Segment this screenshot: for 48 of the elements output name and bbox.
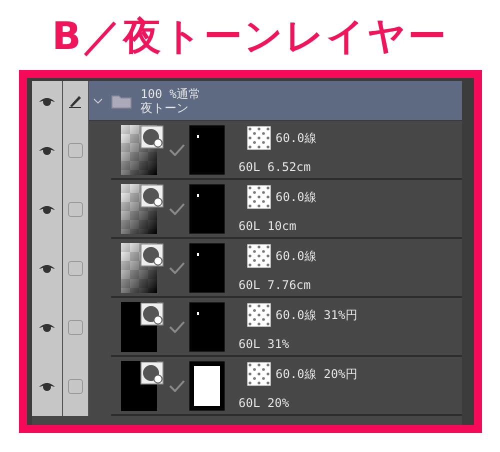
tone-setting: 60.0線 20%円 (276, 366, 358, 380)
pen-icon[interactable] (68, 94, 82, 108)
layer-name: 60L 31% (238, 336, 290, 350)
tone-setting: 60.0線 (276, 190, 316, 204)
mask-thumbnail (188, 124, 224, 174)
tone-swatch-icon (246, 362, 270, 386)
layer-thumbnail (120, 302, 164, 352)
layer-thumbnail (120, 360, 164, 410)
blend-mode: 100 %通常 (140, 86, 201, 100)
layer-name: 60L 10cm (238, 218, 298, 232)
chevron-icon[interactable] (92, 96, 102, 104)
checkbox[interactable] (68, 202, 82, 217)
check-icon (168, 144, 184, 156)
folder-row[interactable]: 100 %通常 夜トーン (88, 81, 462, 121)
layer-thumbnail (120, 184, 164, 234)
check-icon (168, 202, 184, 214)
folder-name: 夜トーン (140, 100, 190, 114)
checkbox[interactable] (68, 143, 82, 158)
layer-thumbnail (120, 124, 164, 174)
eye-icon[interactable] (38, 263, 56, 274)
tone-swatch-icon (246, 184, 270, 208)
check-icon (168, 380, 184, 392)
mask-thumbnail (188, 302, 224, 352)
checkbox[interactable] (68, 379, 82, 394)
tone-swatch-icon (246, 302, 270, 326)
mask-thumbnail (188, 242, 224, 292)
mask-thumbnail (188, 184, 224, 234)
layer-thumbnail (120, 242, 164, 292)
tone-setting: 60.0線 31%円 (276, 308, 358, 322)
tone-setting: 60.0線 (276, 248, 316, 262)
eye-icon[interactable] (38, 381, 56, 392)
page-heading: B／夜トーンレイヤー (52, 13, 448, 60)
checkbox[interactable] (68, 320, 82, 335)
folder-icon (110, 92, 132, 108)
tone-swatch-icon (246, 244, 270, 268)
eye-icon[interactable] (38, 204, 56, 215)
layer-name: 60L 7.76cm (238, 278, 312, 292)
eye-icon[interactable] (38, 322, 56, 333)
checkbox[interactable] (68, 261, 82, 276)
eye-icon[interactable] (38, 96, 56, 106)
tone-setting: 60.0線 (276, 130, 316, 144)
eye-icon[interactable] (38, 145, 56, 156)
tone-swatch-icon (246, 126, 270, 150)
mask-thumbnail (188, 360, 224, 410)
check-icon (168, 262, 184, 274)
layer-name: 60L 20% (238, 396, 290, 410)
layer-name: 60L 6.52cm (238, 160, 312, 174)
check-icon (168, 320, 184, 332)
